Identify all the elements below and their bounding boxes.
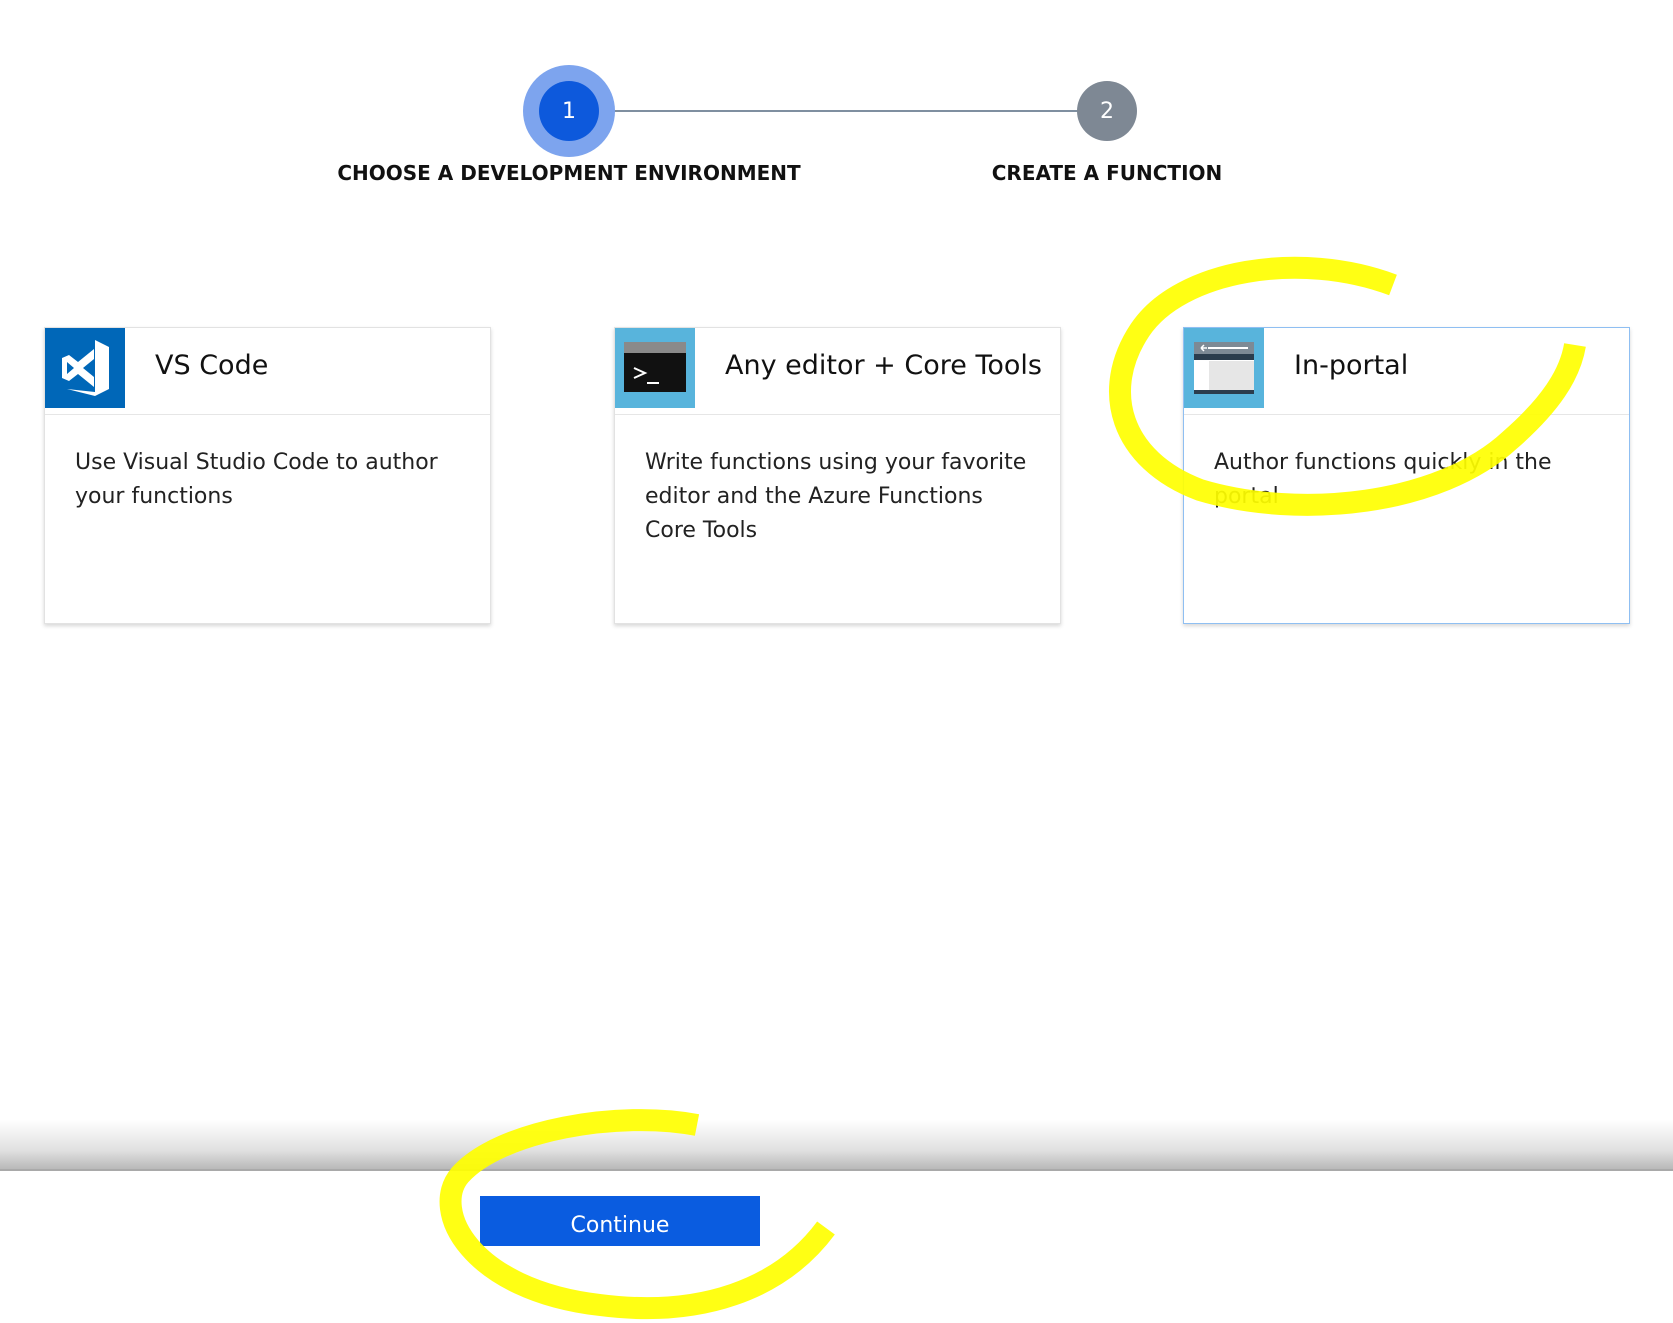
step-1-label: CHOOSE A DEVELOPMENT ENVIRONMENT: [337, 161, 801, 185]
step-1-indicator: 1: [539, 81, 599, 141]
step-2-number: 2: [1100, 98, 1114, 124]
footer-shadow: [0, 1120, 1673, 1170]
option-card-in-portal[interactable]: In-portal Author functions quickly in th…: [1183, 327, 1630, 624]
terminal-icon: [615, 328, 695, 408]
card-description: Write functions using your favorite edit…: [645, 450, 1027, 543]
card-description: Use Visual Studio Code to author your fu…: [75, 450, 438, 509]
card-header: VS Code: [45, 328, 490, 415]
card-title: In-portal: [1294, 350, 1409, 381]
card-title: Any editor + Core Tools: [725, 350, 1042, 381]
step-2-label: CREATE A FUNCTION: [991, 161, 1223, 185]
step-2-indicator: 2: [1077, 81, 1137, 141]
browser-window-icon: [1184, 328, 1264, 408]
card-header: Any editor + Core Tools: [615, 328, 1060, 415]
option-card-vscode[interactable]: VS Code Use Visual Studio Code to author…: [44, 327, 491, 624]
step-1-number: 1: [562, 98, 576, 124]
option-card-core-tools[interactable]: Any editor + Core Tools Write functions …: [614, 327, 1061, 624]
footer-divider: [0, 1169, 1673, 1171]
card-description: Author functions quickly in the portal: [1214, 450, 1552, 509]
stepper-connector-line: [568, 110, 1080, 112]
card-title: VS Code: [155, 350, 269, 381]
card-header: In-portal: [1184, 328, 1629, 415]
vscode-icon: [45, 328, 125, 408]
continue-button[interactable]: Continue: [480, 1196, 760, 1246]
